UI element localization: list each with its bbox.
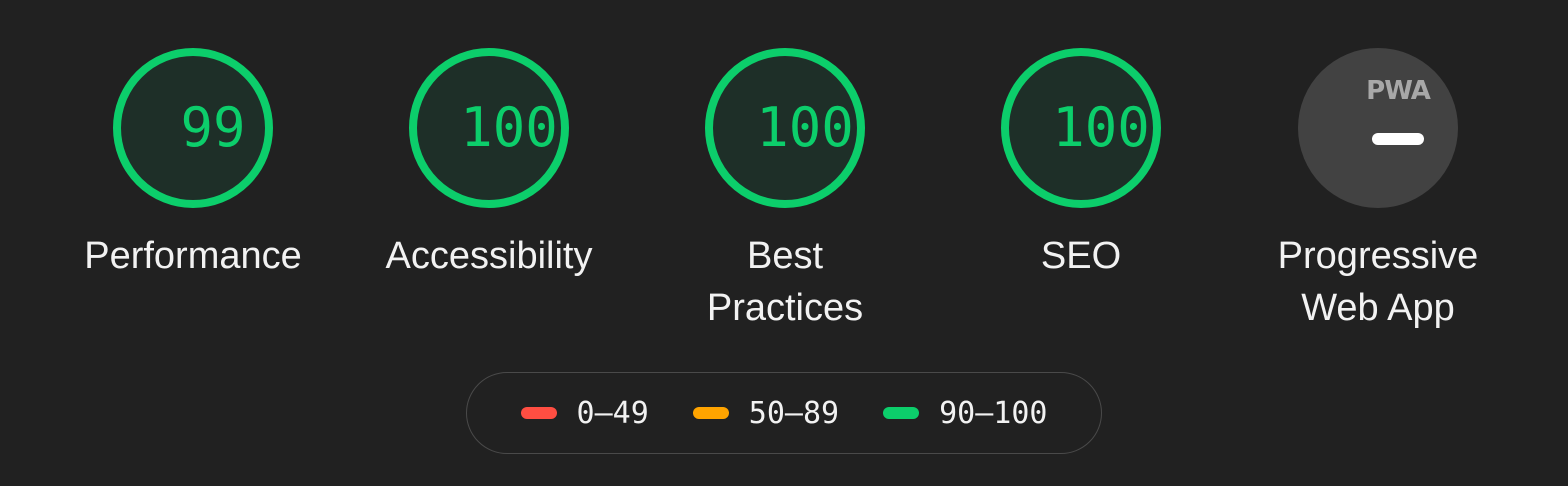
legend-swatch-pass [883,407,920,419]
legend-item-fail: 0–49 [520,395,649,431]
gauge-accessibility[interactable]: 100 Accessibility [369,48,609,282]
pwa-logo-icon: PWA [1366,76,1431,106]
gauge-performance[interactable]: 99 Performance [73,48,313,282]
legend-item-average: 50–89 [692,395,840,431]
legend-label-pass: 90–100 [939,395,1048,431]
legend-swatch-average [692,407,729,419]
score-scale-legend: 0–49 50–89 90–100 [466,372,1102,454]
pwa-badge: PWA [1318,48,1478,208]
pwa-dash-icon [1372,133,1424,145]
gauge-label-performance: Performance [84,235,302,277]
gauge-label-best-practices: Best Practices [706,235,864,329]
legend-label-fail: 0–49 [576,395,649,431]
gauge-best-practices[interactable]: 100 Best Practices [665,48,905,334]
gauge-score-best-practices: 100 [756,96,854,159]
gauge-seo[interactable]: 100 SEO [961,48,1201,282]
legend-swatch-fail [520,407,557,419]
gauge-pwa[interactable]: PWA Progressive Web App [1258,48,1498,334]
gauge-score-performance: 99 [180,96,246,159]
score-gauges: 99 Performance 100 Accessibility 100 Bes… [0,0,1568,340]
gauge-score-accessibility: 100 [460,96,558,159]
legend-item-pass: 90–100 [883,396,1047,431]
legend-label-average: 50–89 [748,395,840,431]
gauge-label-pwa-line2: Web App [1301,287,1455,329]
gauge-label-seo: SEO [1040,235,1122,277]
gauge-label-pwa-line1: Progressive [1277,235,1479,277]
gauge-label-pwa: Progressive Web App [1258,230,1498,334]
gauge-score-seo: 100 [1052,96,1150,159]
gauge-label-accessibility: Accessibility [385,235,593,277]
